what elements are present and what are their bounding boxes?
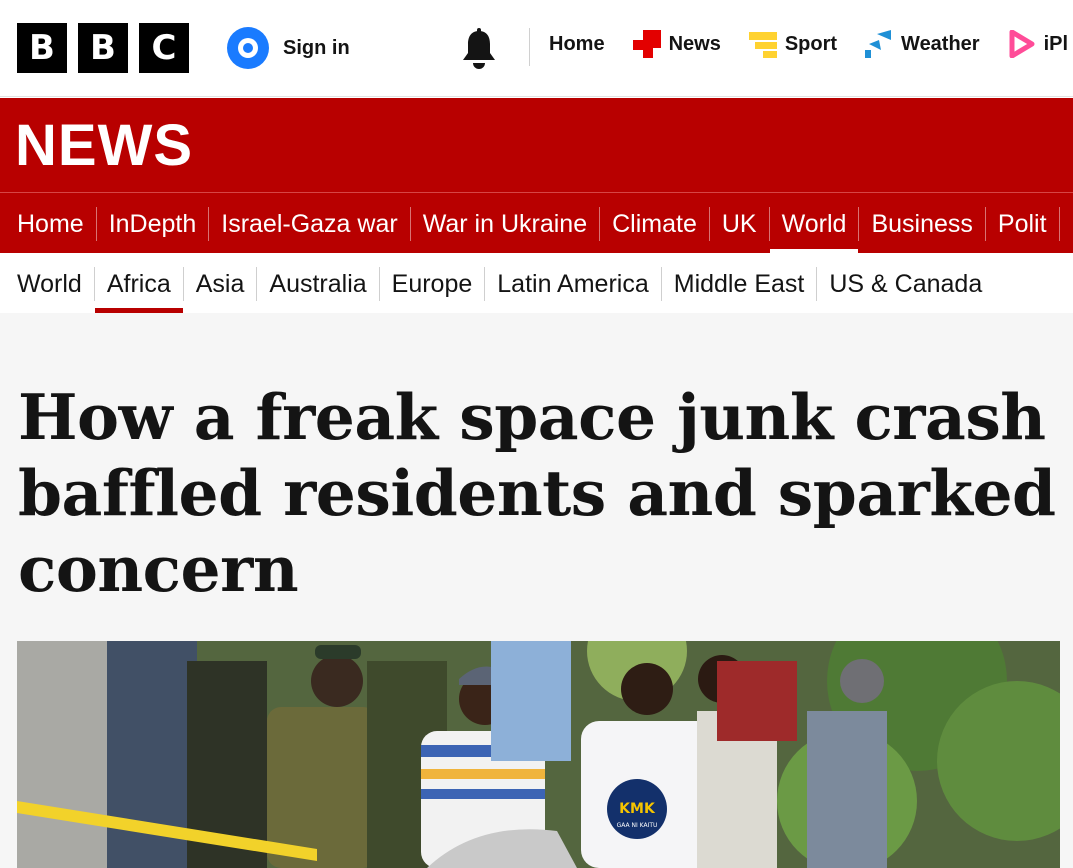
main-section-nav: Home InDepth Israel-Gaza war War in Ukraine… [0, 192, 1073, 253]
shirt-logo-subtext: GAA NI KAITU [617, 822, 658, 829]
main-nav-war-in-ukraine[interactable]: War in Ukraine [411, 207, 601, 241]
sub-nav-australia[interactable]: Australia [257, 267, 380, 301]
main-nav-home[interactable]: Home [5, 207, 97, 241]
article-headline: How a freak space junk crash baffled res… [18, 380, 1056, 606]
header-divider [529, 28, 530, 66]
main-nav-uk[interactable]: UK [710, 207, 770, 241]
global-nav-home-label: Home [549, 32, 605, 55]
sub-nav-asia[interactable]: Asia [184, 267, 258, 301]
weather-icon [865, 30, 892, 58]
sub-nav-europe[interactable]: Europe [380, 267, 486, 301]
global-nav-weather-label: Weather [901, 32, 980, 55]
world-subsection-nav: World Africa Asia Australia Europe Latin Amer… [0, 253, 1073, 314]
sport-icon [748, 32, 777, 58]
global-nav-sport-label: Sport [784, 32, 838, 55]
article-hero-image: KMK GAA NI KAITU [17, 641, 1060, 868]
bbc-logo[interactable]: B B C [17, 23, 189, 73]
sub-nav-latin-america[interactable]: Latin America [485, 267, 662, 301]
notifications-bell-icon[interactable] [459, 28, 499, 70]
signin-label: Sign in [283, 36, 350, 59]
global-nav-iplayer-label: iPl [1043, 32, 1069, 55]
global-nav-sport[interactable]: Sport [748, 30, 838, 58]
logo-letter-c: C [139, 23, 189, 73]
global-nav: Home News Sport Weather iPl [549, 30, 1073, 58]
iplayer-icon [1009, 30, 1035, 58]
global-nav-home[interactable]: Home [549, 33, 605, 56]
main-nav-climate[interactable]: Climate [600, 207, 710, 241]
news-icon [632, 30, 661, 58]
global-nav-news[interactable]: News [632, 30, 721, 58]
sub-nav-us-and-canada[interactable]: US & Canada [817, 267, 994, 301]
global-header: B B C Sign in Home News Sport Weather iP… [0, 0, 1073, 97]
global-nav-iplayer[interactable]: iPl [1008, 30, 1068, 58]
sub-nav-middle-east[interactable]: Middle East [662, 267, 818, 301]
main-nav-indepth[interactable]: InDepth [97, 207, 210, 241]
sub-nav-world[interactable]: World [5, 267, 95, 301]
main-nav-business[interactable]: Business [859, 207, 986, 241]
main-nav-polit[interactable]: Polit [986, 207, 1060, 241]
sub-nav-africa[interactable]: Africa [94, 267, 184, 314]
logo-letter-b2: B [78, 23, 128, 73]
news-brand-title[interactable]: NEWS [15, 112, 193, 179]
global-nav-news-label: News [668, 32, 721, 55]
shirt-logo-text: KMK [619, 801, 656, 817]
global-nav-weather[interactable]: Weather [865, 30, 980, 58]
hero-photo-scene: KMK GAA NI KAITU [17, 641, 1060, 868]
main-nav-israel-gaza-war[interactable]: Israel-Gaza war [209, 207, 411, 241]
logo-letter-b1: B [17, 23, 67, 73]
signin-button[interactable]: Sign in [227, 27, 350, 69]
user-avatar-icon [227, 27, 269, 69]
main-nav-world[interactable]: World [769, 207, 860, 253]
news-banner: NEWS [0, 98, 1073, 192]
